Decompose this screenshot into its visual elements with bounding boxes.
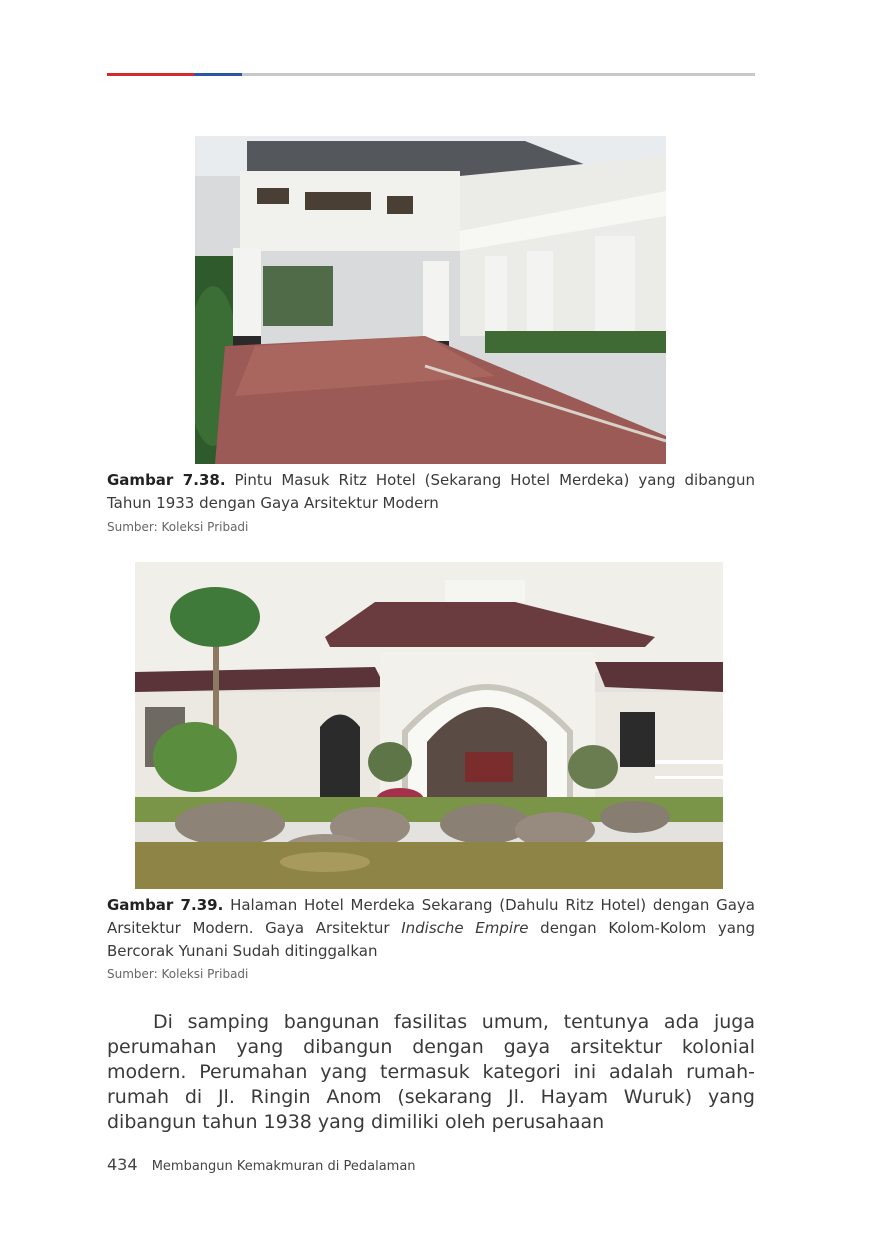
figure-7-39-label: Gambar 7.39. [107, 896, 224, 914]
figure-7-38-label: Gambar 7.38. [107, 471, 226, 489]
header-rule [107, 73, 755, 76]
figure-7-38-caption: Gambar 7.38. Pintu Masuk Ritz Hotel (Sek… [107, 469, 755, 515]
body-paragraph: Di samping bangunan fasilitas umum, tent… [107, 1011, 755, 1133]
page-number: 434 [107, 1155, 138, 1174]
header-rule-red-segment [107, 73, 194, 76]
figure-7-39-photo [135, 562, 723, 889]
running-title: Membangun Kemakmuran di Pedalaman [151, 1159, 416, 1174]
figure-7-39-caption-italic: Indische Empire [401, 919, 529, 937]
header-rule-blue-segment [194, 73, 242, 76]
body-paragraph-block: Di samping bangunan fasilitas umum, tent… [107, 1010, 755, 1135]
page-footer: 434 Membangun Kemakmuran di Pedalaman [107, 1155, 416, 1174]
figure-7-39-source: Sumber: Koleksi Pribadi [107, 967, 249, 981]
figure-7-38-source: Sumber: Koleksi Pribadi [107, 520, 249, 534]
figure-7-38-photo [195, 136, 666, 464]
figure-7-39-caption: Gambar 7.39. Halaman Hotel Merdeka Sekar… [107, 894, 755, 963]
